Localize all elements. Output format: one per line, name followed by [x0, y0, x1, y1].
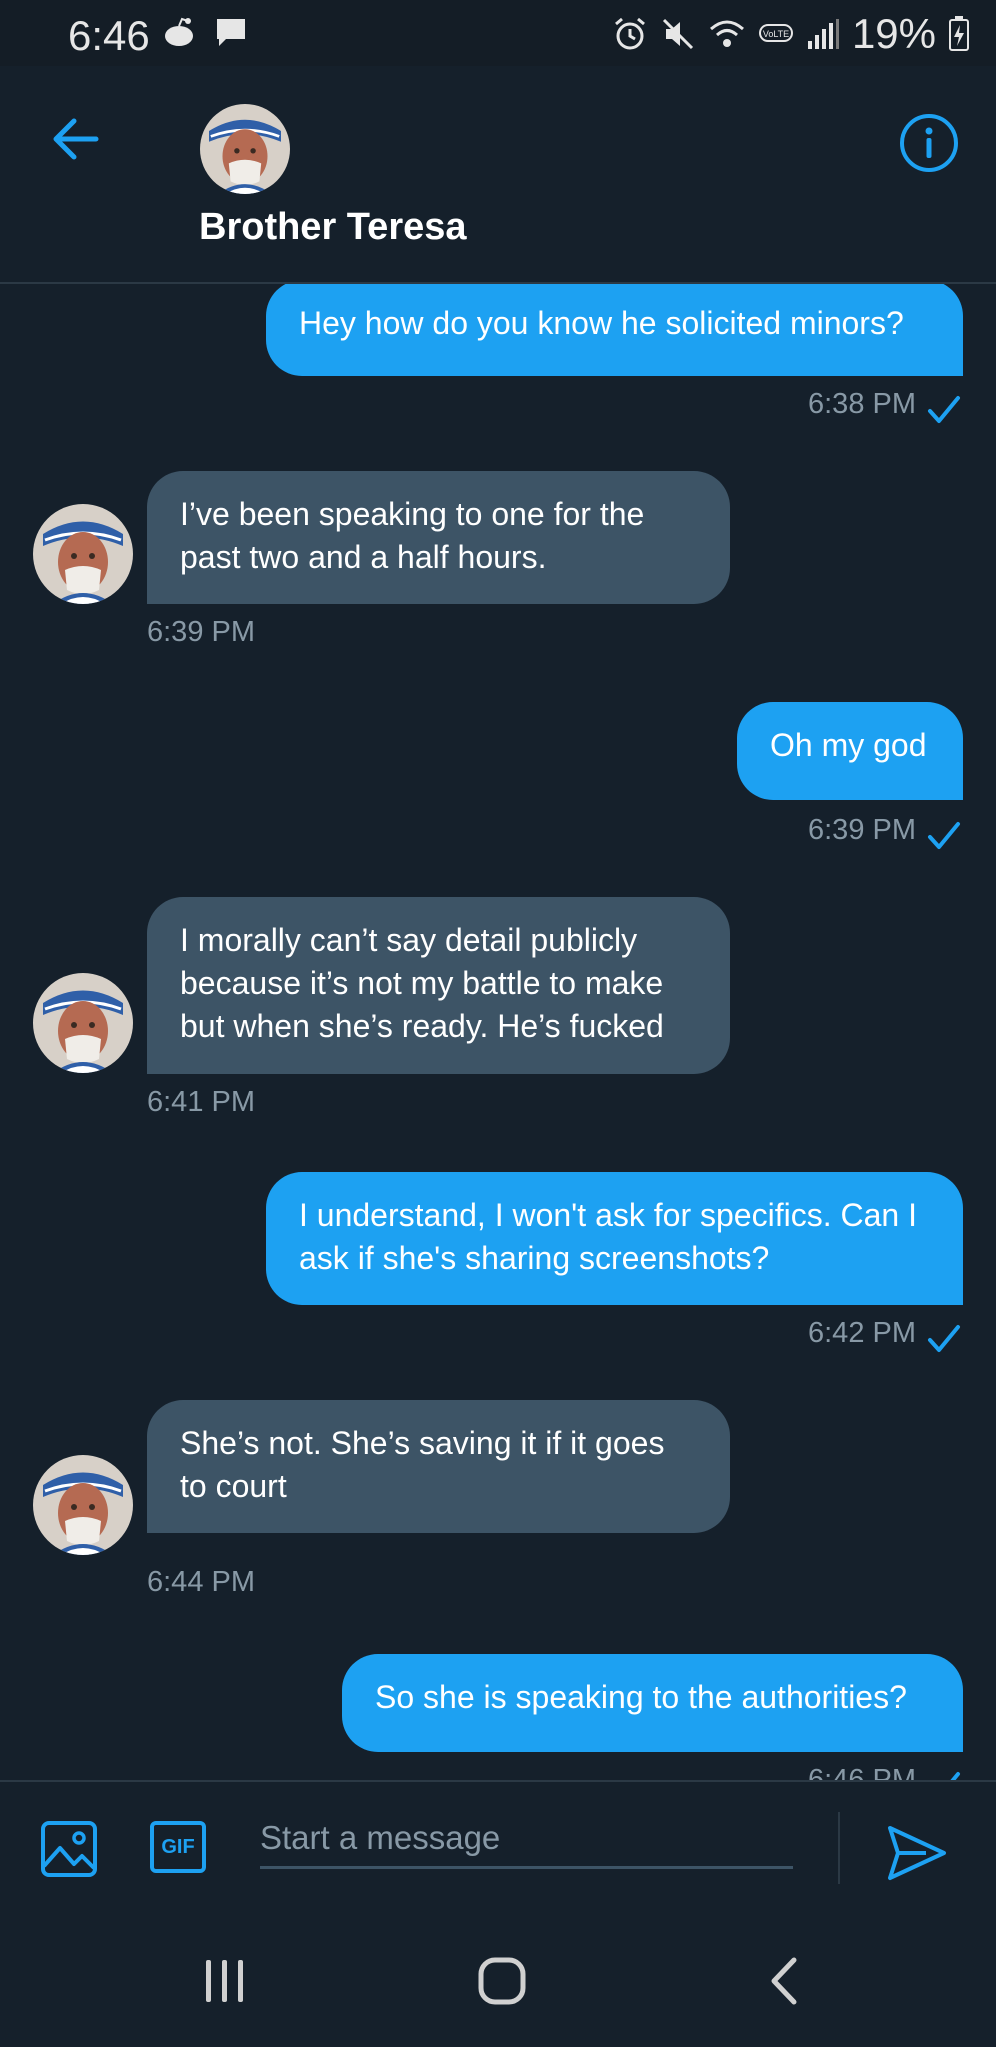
message-timestamp: 6:39 PM [147, 616, 255, 648]
send-icon[interactable] [886, 1822, 948, 1884]
back-arrow-icon[interactable] [46, 108, 108, 170]
message-timestamp: 6:41 PM [147, 1086, 255, 1118]
signal-icon [807, 19, 839, 49]
info-icon[interactable] [898, 112, 960, 174]
home-icon[interactable] [477, 1956, 527, 2006]
status-time: 6:46 [68, 12, 150, 59]
message-bubble[interactable]: I morally can’t say detail publicly beca… [147, 897, 730, 1074]
message-bubble[interactable]: Hey how do you know he solicited minors? [266, 284, 963, 376]
message-bubble[interactable]: She’s not. She’s saving it if it goes to… [147, 1400, 730, 1533]
battery-charging-icon [949, 16, 969, 51]
message-timestamp: 6:38 PM [808, 388, 916, 420]
message-input[interactable] [260, 1810, 793, 1869]
message-timestamp: 6:44 PM [147, 1566, 255, 1598]
message-bubble[interactable]: I understand, I won't ask for specifics.… [266, 1172, 963, 1305]
message-bubble[interactable]: So she is speaking to the authorities? [342, 1654, 963, 1752]
status-bar: 6:46 VoLTE 19% [0, 0, 996, 66]
recents-icon[interactable] [200, 1956, 250, 2006]
avatar[interactable] [33, 1455, 133, 1555]
read-check-icon [926, 1770, 962, 1780]
gif-button[interactable]: GIF [150, 1821, 206, 1873]
alarm-icon [614, 17, 645, 50]
avatar[interactable] [200, 104, 290, 194]
read-check-icon [926, 394, 962, 426]
volte-icon: VoLTE [758, 24, 793, 42]
composer-divider [838, 1812, 840, 1884]
read-check-icon [926, 1323, 962, 1355]
nav-back-icon[interactable] [760, 1956, 810, 2006]
chat-notification-icon [217, 19, 245, 46]
message-bubble[interactable]: I’ve been speaking to one for the past t… [147, 471, 730, 604]
message-timestamp: 6:46 PM [808, 1764, 916, 1780]
conversation-header: Brother Teresa [0, 66, 996, 284]
contact-name[interactable]: Brother Teresa [199, 206, 467, 249]
read-check-icon [926, 820, 962, 852]
message-list[interactable]: Hey how do you know he solicited minors?… [0, 284, 996, 1780]
reddit-icon [165, 17, 193, 46]
message-timestamp: 6:42 PM [808, 1317, 916, 1349]
contact-photo [200, 104, 290, 194]
image-icon[interactable] [40, 1820, 98, 1878]
mute-icon [662, 18, 693, 50]
system-nav-bar [0, 1916, 996, 2047]
message-composer: GIF [0, 1780, 996, 1918]
avatar[interactable] [33, 504, 133, 604]
avatar[interactable] [33, 973, 133, 1073]
svg-text:VoLTE: VoLTE [763, 29, 789, 39]
message-bubble[interactable]: Oh my god [737, 702, 963, 800]
message-timestamp: 6:39 PM [808, 814, 916, 846]
battery-percentage: 19% [851, 10, 936, 57]
wifi-icon [709, 20, 744, 47]
